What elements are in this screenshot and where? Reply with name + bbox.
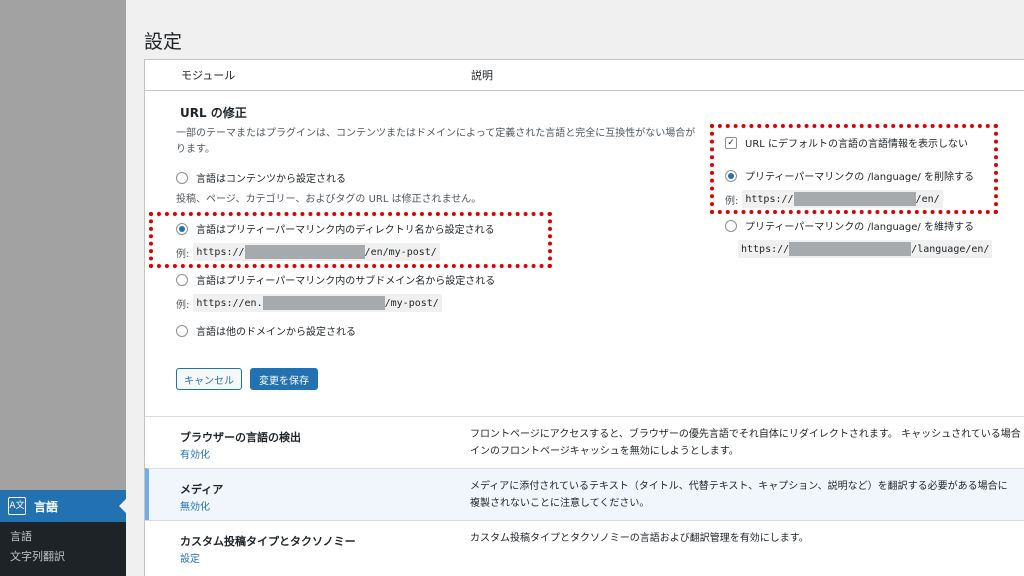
url-prefix: https://en. [196, 297, 263, 309]
module-row-cpt-taxonomies: カスタム投稿タイプとタクソノミー 設定 カスタム投稿タイプとタクソノミーの言語お… [145, 520, 1024, 572]
radio-keep-language[interactable] [725, 219, 737, 232]
sidebar-background [0, 0, 126, 490]
example-url: https://en. /my-post/ [193, 294, 442, 312]
module-description: フロントページにアクセスすると、ブラウザーの優先言語でそれ自体にリダイレクトされ… [470, 426, 1021, 460]
option-label: プリティーパーマリンクの /language/ を維持する [745, 222, 974, 233]
url-suffix: /my-post/ [384, 297, 439, 309]
description-line-2: インのフロントページキャッシュを無効にしようとします。 [470, 446, 739, 457]
radio-content[interactable] [176, 171, 188, 184]
highlight-directory-option [149, 212, 552, 268]
radio-domain[interactable] [176, 324, 188, 337]
translation-icon: A文 [8, 497, 26, 515]
submenu-languages[interactable]: 言語 [10, 528, 32, 544]
column-header-description: 説明 [471, 69, 493, 82]
example-url: https:// /language/en/ [738, 240, 993, 258]
sidebar-item-languages[interactable]: A文 言語 [0, 490, 126, 522]
sidebar-item-label: 言語 [34, 499, 59, 514]
description-line-1: 一部のテーマまたはプラグインは、コンテンツまたはドメインによって定義された言語と… [176, 128, 696, 139]
example-label: 例: [176, 299, 190, 311]
option-language-from-content[interactable]: 言語はコンテンツから設定される [176, 170, 346, 185]
description-line-1: カスタム投稿タイプとタクソノミーの言語および翻訳管理を有効にします。 [470, 533, 809, 544]
activate-link[interactable]: 有効化 [180, 446, 210, 461]
redacted-domain [789, 242, 912, 256]
module-description: カスタム投稿タイプとタクソノミーの言語および翻訳管理を有効にします。 [470, 530, 809, 547]
url-prefix: https:// [741, 243, 790, 255]
description-line-2: ります。 [176, 144, 215, 155]
submenu-string-translations[interactable]: 文字列翻訳 [10, 548, 65, 564]
save-changes-button[interactable]: 変更を保存 [250, 368, 318, 390]
url-section-title: URL の修正 [180, 106, 247, 120]
column-header-module[interactable]: モジュール [181, 67, 235, 83]
option-keep-language-slug[interactable]: プリティーパーマリンクの /language/ を維持する [725, 218, 974, 233]
current-menu-arrow [119, 499, 126, 513]
deactivate-link[interactable]: 無効化 [180, 498, 210, 513]
cancel-button[interactable]: キャンセル [176, 368, 242, 390]
highlight-url-options [710, 124, 998, 214]
keep-language-example: https:// /language/en/ [738, 240, 993, 258]
module-row-browser-detection: ブラウザーの言語の検出 有効化 フロントページにアクセスすると、ブラウザーの優先… [145, 416, 1024, 468]
admin-menu: A文 言語 言語 文字列翻訳 [0, 490, 126, 576]
option-label: 言語はコンテンツから設定される [196, 174, 346, 185]
radio-subdomain[interactable] [176, 273, 188, 286]
module-description: メディアに添付されているテキスト（タイトル、代替テキスト、キャプション、説明など… [470, 478, 1008, 512]
description-line-1: メディアに添付されているテキスト（タイトル、代替テキスト、キャプション、説明など… [470, 481, 1008, 492]
module-row-media: メディア 無効化 メディアに添付されているテキスト（タイトル、代替テキスト、キャ… [145, 468, 1024, 520]
module-name: メディア [180, 483, 224, 496]
table-header: モジュール 説明 [145, 60, 1024, 91]
description-line-1: フロントページにアクセスすると、ブラウザーの優先言語でそれ自体にリダイレクトされ… [470, 429, 1021, 440]
page-title: 設定 [144, 30, 183, 53]
description-line-2: 複製されないことに注意してください。 [470, 498, 650, 509]
option-label: 言語はプリティーパーマリンク内のサブドメイン名から設定される [196, 276, 496, 287]
subdomain-example: 例: https://en. /my-post/ [176, 294, 442, 312]
url-suffix: /language/en/ [911, 243, 990, 255]
settings-link[interactable]: 設定 [180, 550, 200, 565]
module-name: カスタム投稿タイプとタクソノミー [180, 535, 356, 548]
url-section-description: 一部のテーマまたはプラグインは、コンテンツまたはドメインによって定義された言語と… [176, 126, 726, 158]
option-label: 言語は他のドメインから設定される [196, 327, 356, 338]
module-name: ブラウザーの言語の検出 [180, 431, 301, 444]
content-note: 投稿、ページ、カテゴリー、およびタグの URL は修正されません。 [176, 194, 482, 205]
redacted-domain [262, 296, 385, 310]
option-language-from-subdomain[interactable]: 言語はプリティーパーマリンク内のサブドメイン名から設定される [176, 272, 495, 287]
option-language-from-domain[interactable]: 言語は他のドメインから設定される [176, 323, 356, 338]
